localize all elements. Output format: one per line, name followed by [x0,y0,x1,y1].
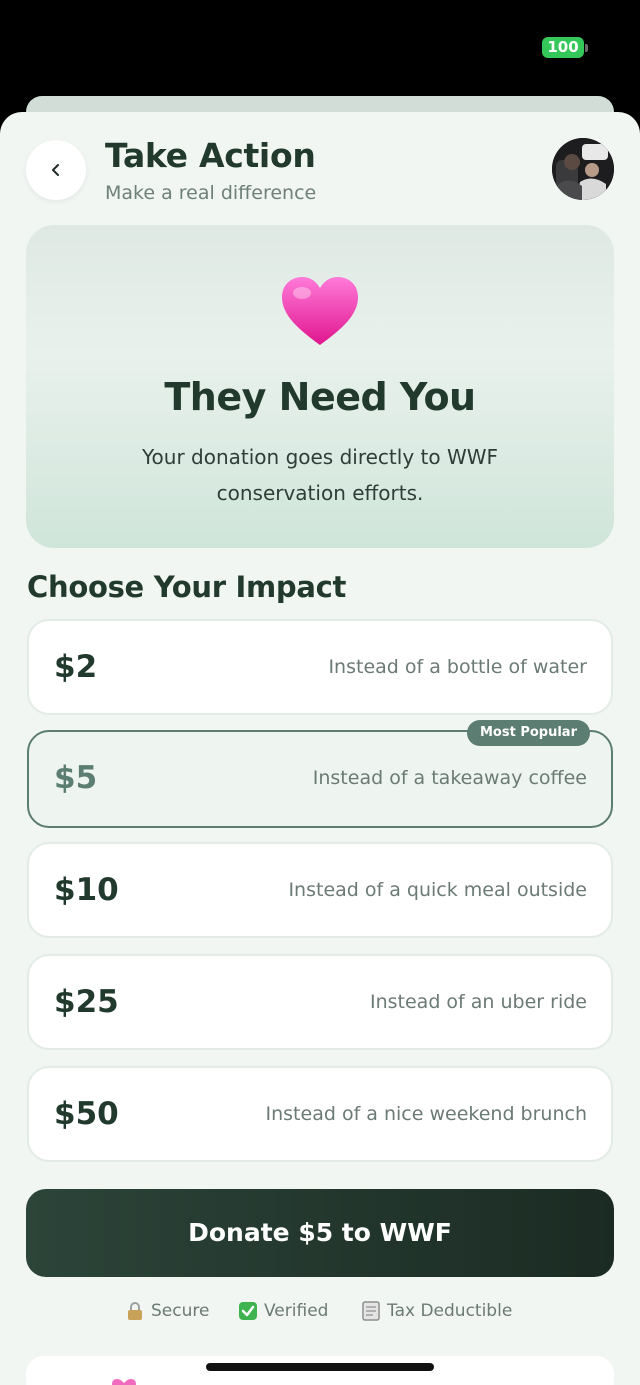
chevron-left-icon [52,164,59,176]
donation-sheet: Take Action Make a real difference They … [0,112,640,1385]
option-description: Instead of a takeaway coffee [312,767,587,789]
option-amount: $50 [54,1096,119,1132]
donate-button[interactable]: Donate $5 to WWF [26,1189,614,1277]
donation-option-50[interactable]: $50 Instead of a nice weekend brunch [27,1066,613,1162]
trust-item-secure: Secure [125,1298,209,1324]
trust-item-verified: Verified [238,1298,328,1324]
option-amount: $10 [54,872,119,908]
trust-tax-label: Tax Deductible [387,1301,513,1321]
home-indicator [206,1363,434,1371]
option-amount: $25 [54,984,119,1020]
lock-icon [128,1302,142,1320]
battery-tip [585,44,588,52]
heart-icon [282,277,358,345]
trust-secure-label: Secure [151,1301,210,1321]
status-bar: 100 [0,0,640,96]
page-title: Take Action [105,136,316,175]
donation-option-2[interactable]: $2 Instead of a bottle of water [27,619,613,715]
back-button[interactable] [26,140,86,200]
pink-heart-icon [112,1379,136,1385]
trust-item-tax: Tax Deductible [361,1298,512,1324]
option-amount: $5 [54,760,98,796]
page-subtitle: Make a real difference [105,182,317,204]
option-description: Instead of a quick meal outside [288,879,587,901]
donation-option-10[interactable]: $10 Instead of a quick meal outside [27,842,613,938]
avatar-photo [552,138,614,200]
option-description: Instead of an uber ride [370,991,587,1013]
donation-option-5[interactable]: Most Popular $5 Instead of a takeaway co… [27,720,613,828]
option-description: Instead of a bottle of water [328,656,587,678]
donation-option-25[interactable]: $25 Instead of an uber ride [27,954,613,1050]
section-title: Choose Your Impact [27,570,347,604]
receipt-icon [362,1301,380,1321]
battery-indicator: 100 [542,37,584,58]
trust-badges: Secure Verified Tax Deductible [0,1298,640,1324]
check-box-icon [239,1302,257,1320]
option-amount: $2 [54,649,98,685]
avatar[interactable] [552,138,614,200]
hero-description: Your donation goes directly to WWF conse… [141,445,498,505]
hero-card: They Need You Your donation goes directl… [26,225,614,548]
hero-title: They Need You [164,375,476,419]
trust-verified-label: Verified [264,1301,329,1321]
option-description: Instead of a nice weekend brunch [265,1103,587,1125]
